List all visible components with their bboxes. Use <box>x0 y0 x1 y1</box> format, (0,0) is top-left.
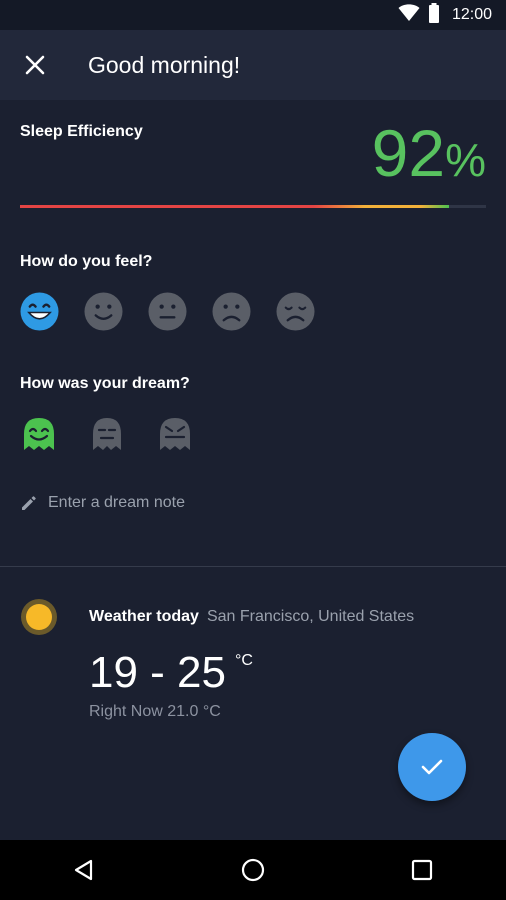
recents-button[interactable] <box>392 840 452 900</box>
dream-question: How was your dream? <box>20 375 190 392</box>
weather-header: Weather today San Francisco, United State… <box>89 608 414 626</box>
sleep-efficiency-value: 92% <box>372 120 486 186</box>
status-bar: 12:00 <box>0 0 506 30</box>
close-icon <box>25 55 45 75</box>
sun-icon <box>20 598 58 636</box>
feel-very-sad-icon[interactable] <box>276 292 315 331</box>
back-button[interactable] <box>54 840 114 900</box>
efficiency-number: 92 <box>371 116 446 190</box>
feel-happy-icon[interactable] <box>84 292 123 331</box>
dream-note-placeholder: Enter a dream note <box>48 494 185 511</box>
battery-icon <box>428 2 440 28</box>
temperature-unit: °C <box>235 652 253 669</box>
home-icon <box>241 858 265 882</box>
dream-note-field[interactable]: Enter a dream note <box>20 494 185 512</box>
feel-sad-icon[interactable] <box>212 292 251 331</box>
home-button[interactable] <box>223 840 283 900</box>
dream-good-icon[interactable] <box>22 416 56 452</box>
temperature-range: 19 - 25 <box>89 648 226 697</box>
page-title: Good morning! <box>88 51 241 78</box>
weather-location: San Francisco, United States <box>206 608 415 625</box>
efficiency-bar-fill <box>20 205 449 208</box>
navigation-bar <box>0 840 506 900</box>
dream-options <box>22 416 192 452</box>
feel-neutral-icon[interactable] <box>148 292 187 331</box>
wifi-icon <box>398 3 420 27</box>
pencil-icon <box>22 496 36 510</box>
check-icon <box>421 759 443 775</box>
dream-bad-icon[interactable] <box>158 416 192 452</box>
status-time: 12:00 <box>451 6 492 23</box>
sleep-efficiency-label: Sleep Efficiency <box>20 123 143 140</box>
confirm-button[interactable] <box>398 733 466 801</box>
section-divider <box>0 566 506 567</box>
efficiency-bar <box>20 205 486 208</box>
close-button[interactable] <box>0 30 70 100</box>
recents-icon <box>411 859 432 881</box>
feel-options <box>20 292 315 331</box>
weather-title: Weather today <box>89 608 199 625</box>
feel-very-happy-icon[interactable] <box>20 292 59 331</box>
app-bar: Good morning! <box>0 30 506 100</box>
efficiency-unit: % <box>445 134 486 186</box>
dream-neutral-icon[interactable] <box>90 416 124 452</box>
current-temperature: Right Now 21.0 °C <box>89 703 221 720</box>
feel-question: How do you feel? <box>20 253 153 270</box>
back-icon <box>75 859 93 881</box>
